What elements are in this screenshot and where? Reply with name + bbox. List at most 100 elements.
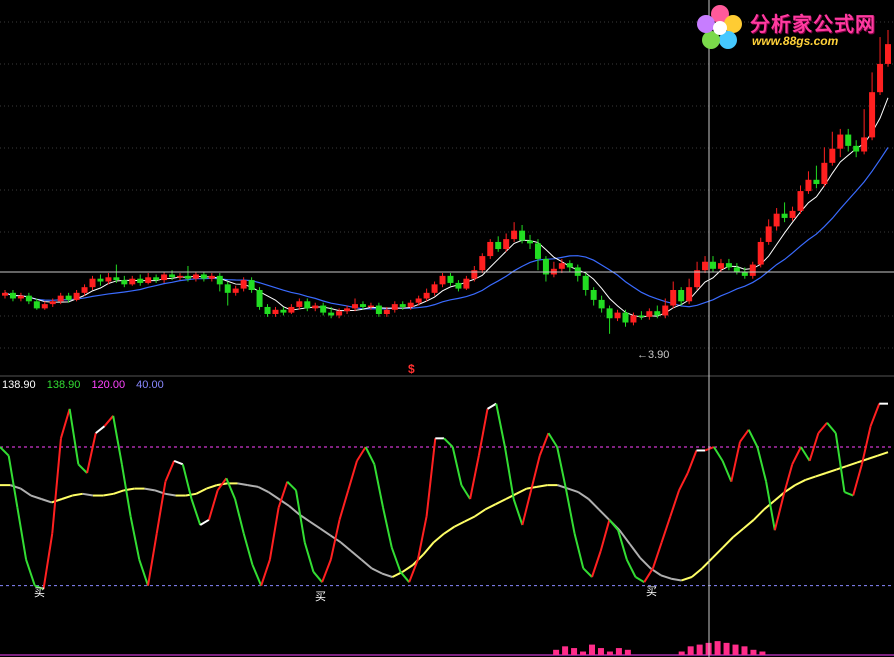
signal-line-segment <box>30 494 42 500</box>
candle-body <box>137 278 144 283</box>
oscillator-line-segment <box>347 460 358 491</box>
oscillator-line-segment <box>59 408 71 439</box>
signal-line-segment <box>629 543 641 559</box>
candle-body <box>105 277 112 282</box>
candle-body <box>534 243 541 259</box>
signal-line-segment <box>474 508 486 518</box>
oscillator-line-segment <box>512 498 524 526</box>
candle-body <box>598 299 605 309</box>
candle-body <box>169 274 176 278</box>
signal-line-segment <box>350 550 363 561</box>
oscillator-line-segment <box>234 498 245 534</box>
candle-body <box>145 277 152 283</box>
candle-body <box>622 312 629 323</box>
legend-value-blue: 40.00 <box>136 379 164 391</box>
stock-chart <box>0 0 894 657</box>
oscillator-line-segment <box>791 446 802 465</box>
signal-line-segment <box>794 479 806 487</box>
signal-line-segment <box>144 487 156 492</box>
signal-line-segment <box>825 468 837 474</box>
volume-bar <box>606 651 613 655</box>
signal-line-segment <box>577 491 590 500</box>
volume-bar <box>624 649 631 655</box>
oscillator-line-segment <box>373 464 385 508</box>
oscillator-line-segment <box>869 403 881 427</box>
candle-body <box>336 311 343 316</box>
oscillator-line-segment <box>338 490 350 521</box>
chart-stage: 分析家公式网 www.88gs.com 138.90 138.90 120.00… <box>0 0 894 657</box>
oscillator-line-segment <box>477 408 489 456</box>
volume-bar <box>562 646 569 655</box>
signal-line-segment <box>206 484 218 490</box>
oscillator-line-segment <box>86 432 97 474</box>
candle-body <box>320 305 327 313</box>
candle-body <box>415 298 422 303</box>
candle-body <box>423 292 430 299</box>
oscillator-line-segment <box>530 455 541 491</box>
volume-bar <box>553 649 560 655</box>
oscillator-line-segment <box>669 490 681 517</box>
signal-line-segment <box>536 484 548 488</box>
candle-body <box>511 230 518 240</box>
signal-line-segment <box>237 482 248 487</box>
candle-body <box>845 134 852 146</box>
candle-body <box>200 274 207 279</box>
flower-logo-icon <box>697 5 742 49</box>
oscillator-line-segment <box>164 460 176 483</box>
oscillator-line-segment <box>286 480 297 492</box>
candle-body <box>25 295 32 302</box>
signal-line-segment <box>567 487 579 494</box>
oscillator-line-segment <box>103 415 114 427</box>
signal-line-segment <box>453 520 466 528</box>
candle-body <box>781 213 788 218</box>
oscillator-line-segment <box>77 463 88 474</box>
oscillator-line-segment <box>495 403 506 448</box>
candle-body <box>861 137 868 152</box>
signal-line-segment <box>20 487 32 497</box>
signal-line-segment <box>371 567 383 575</box>
signal-line-segment <box>805 475 817 481</box>
candle-body <box>97 278 104 282</box>
signal-line-segment <box>670 577 682 582</box>
candle-body <box>527 240 534 244</box>
oscillator-line-segment <box>7 455 19 508</box>
candle-body <box>463 278 470 289</box>
ma-short-line <box>4 97 889 318</box>
signal-line-segment <box>309 520 321 530</box>
candle-body <box>81 287 88 293</box>
signal-line-segment <box>464 515 476 523</box>
candle-body <box>630 315 637 323</box>
candle-body <box>773 213 780 227</box>
candle-body <box>869 92 876 138</box>
candle-body <box>383 309 390 315</box>
volume-bar <box>589 644 595 655</box>
oscillator-line-segment <box>739 429 750 443</box>
signal-line-segment <box>691 567 703 578</box>
oscillator-line-segment <box>834 432 846 493</box>
candle-body <box>264 306 271 315</box>
candle-body <box>590 290 597 300</box>
volume-bar <box>696 644 703 655</box>
candle-body <box>638 315 645 317</box>
candle-body <box>829 148 836 163</box>
signal-line-segment <box>340 541 352 552</box>
oscillator-line-segment <box>242 533 254 566</box>
oscillator-line-segment <box>503 446 515 500</box>
buy-signal-label: 买 <box>34 586 45 599</box>
candle-body <box>646 311 653 317</box>
oscillator-line-segment <box>730 441 741 482</box>
candle-body <box>177 275 184 278</box>
oscillator-line-segment <box>608 519 619 531</box>
buy-signal-label: 买 <box>315 590 326 603</box>
volume-bar <box>741 646 748 655</box>
oscillator-line-segment <box>0 446 10 457</box>
signal-line-segment <box>40 498 52 504</box>
candle-body <box>73 292 80 300</box>
oscillator-line-segment <box>390 547 402 573</box>
candle-body <box>606 308 613 319</box>
candle-body <box>717 263 724 269</box>
oscillator-line-segment <box>651 542 663 569</box>
oscillator-line-segment <box>364 446 376 465</box>
oscillator-line-segment <box>16 507 28 560</box>
oscillator-line-segment <box>25 559 36 586</box>
